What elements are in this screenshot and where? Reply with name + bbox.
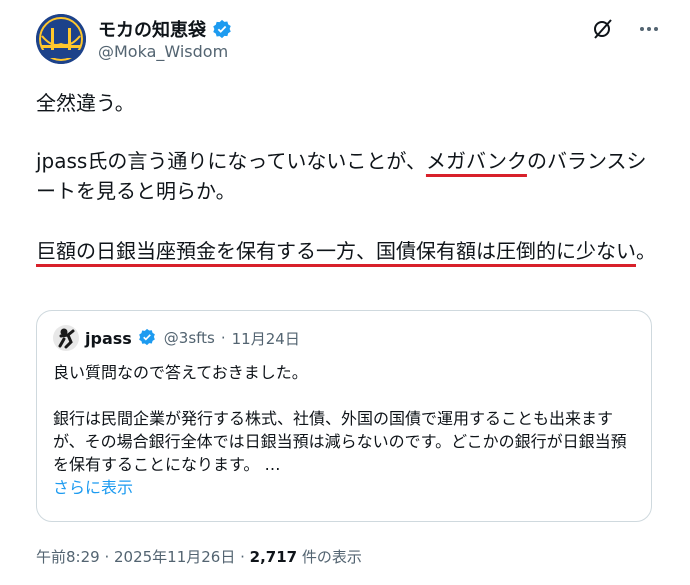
post-timestamp[interactable]: 午前8:29 · 2025年11月26日 · (36, 548, 250, 566)
show-more-link[interactable]: さらに表示 (53, 476, 638, 499)
quoted-author-handle[interactable]: @3sfts (164, 329, 215, 347)
highlight-boj-deposits: 巨額の日銀当座預金を保有する一方、国債保有額は圧倒的に少ない (36, 239, 636, 263)
view-count: 2,717 (249, 548, 298, 566)
author-display-name[interactable]: モカの知恵袋 (98, 16, 206, 42)
verified-badge-icon (138, 328, 158, 348)
quoted-post[interactable]: jpass @3sfts · 11月24日 良い質問なので答えておきました。 銀… (36, 310, 652, 522)
climber-avatar-icon (53, 325, 79, 351)
post-footer: 午前8:29 · 2025年11月26日 · 2,717 件の表示 (36, 546, 362, 567)
quoted-author-avatar[interactable] (53, 325, 79, 351)
quoted-line-2: 銀行は民間企業が発行する株式、社債、外国の国債で運用することも出来ますが、その場… (53, 409, 627, 474)
author-name-row: モカの知恵袋 (98, 16, 232, 42)
post-para2-start: jpass氏の言う通りになっていないことが、 (36, 149, 426, 173)
meta-separator: · (220, 329, 226, 347)
more-options-icon[interactable] (634, 14, 664, 44)
author-handle[interactable]: @Moka_Wisdom (98, 42, 228, 61)
highlight-megabank: メガバンク (425, 149, 527, 173)
quoted-author-name[interactable]: jpass (85, 329, 132, 348)
author-avatar[interactable] (36, 14, 86, 64)
bridge-logo-icon (36, 14, 86, 64)
tweet-card: モカの知恵袋 @Moka_Wisdom 全然違う。 jpass氏の言う通りになっ… (0, 0, 690, 585)
quoted-post-date[interactable]: 11月24日 (232, 328, 300, 349)
post-line-1: 全然違う。 (36, 91, 135, 115)
verified-badge-icon (212, 19, 232, 39)
post-para3-end: 。 (636, 239, 656, 263)
quoted-post-text: 良い質問なので答えておきました。 銀行は民間企業が発行する株式、社債、外国の国債… (53, 361, 638, 499)
post-paragraph-3: 巨額の日銀当座預金を保有する一方、国債保有額は圧倒的に少ない。 (36, 236, 661, 266)
view-count-label: 件の表示 (297, 548, 362, 566)
post-paragraph-2: jpass氏の言う通りになっていないことが、メガバンクのバランスシートを見ると明… (36, 146, 661, 206)
grok-icon[interactable] (588, 14, 618, 44)
top-actions (588, 14, 664, 44)
quoted-line-1: 良い質問なので答えておきました。 (53, 363, 308, 382)
quoted-post-header: jpass @3sfts · 11月24日 (53, 325, 300, 351)
